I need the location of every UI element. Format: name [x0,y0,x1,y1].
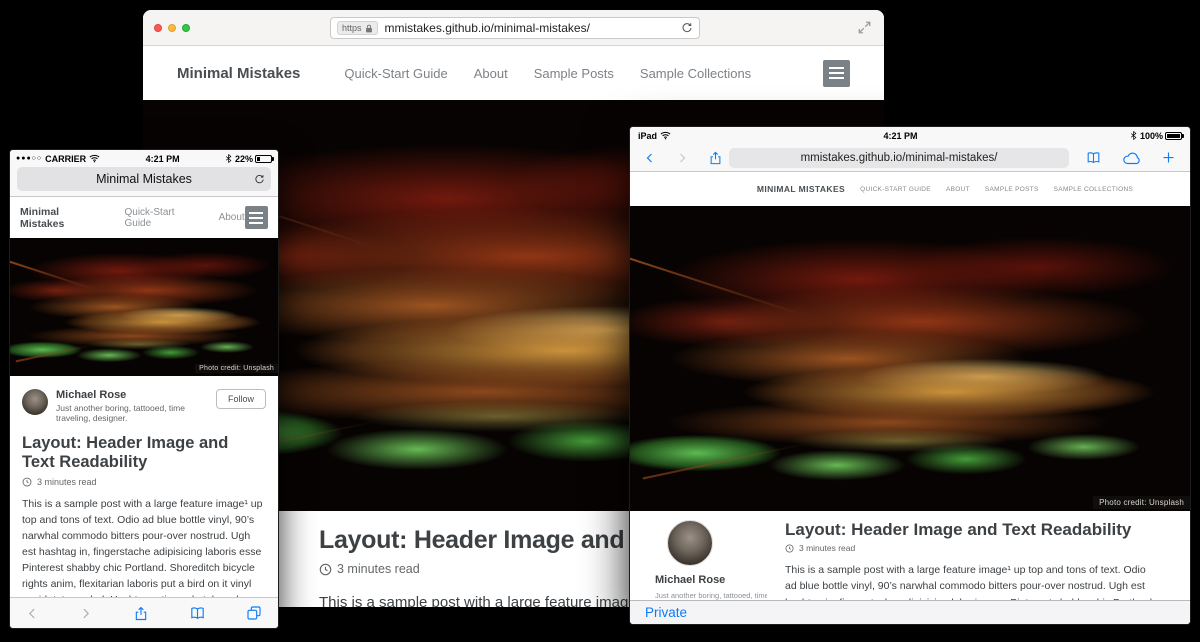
status-time: 4:21 PM [100,154,225,164]
nav-link-quickstart[interactable]: Quick-Start Guide [344,66,447,81]
iphone-url-label: Minimal Mistakes [96,172,192,186]
clock-icon [319,563,332,576]
photo-credit: Photo credit: Unsplash [195,364,278,373]
photo-credit: Photo credit: Unsplash [1093,496,1190,509]
status-time: 4:21 PM [671,131,1130,141]
author-bio: Just another boring, tattooed, time trav… [56,403,208,423]
menu-toggle-button[interactable] [823,60,850,87]
lock-icon [365,24,373,33]
nav-link-quickstart[interactable]: Quick-Start Guide [124,207,198,229]
iphone-status-bar: ●●●○○ CARRIER 4:21 PM 22% [10,150,278,167]
private-browsing-bar: Private [630,600,1190,624]
iphone-bottom-toolbar [10,597,278,628]
ipad-status-bar: iPad 4:21 PM 100% [630,127,1190,144]
article-body: This is a sample post with a large featu… [785,562,1160,600]
battery-percent: 22% [235,154,253,164]
nav-link-about[interactable]: About [219,212,245,223]
clock-icon [785,544,794,553]
article: Michael Rose Just another boring, tattoo… [630,511,1190,600]
back-icon[interactable] [26,606,39,621]
clock-icon [22,477,32,487]
nav-link-sample-collections[interactable]: Sample Collections [640,66,751,81]
fullscreen-icon[interactable] [857,20,872,35]
https-badge: https [337,21,378,35]
composite-stage: https mmistakes.github.io/minimal-mistak… [0,0,1200,642]
url-text: mmistakes.github.io/minimal-mistakes/ [385,21,590,35]
iphone-url-row: Minimal Mistakes [10,167,278,197]
device-label: iPad [638,131,657,141]
battery-icon [255,155,272,163]
follow-button[interactable]: Follow [216,389,266,409]
iphone-address-field[interactable]: Minimal Mistakes [17,167,271,191]
article-main: Layout: Header Image and Text Readabilit… [767,520,1160,600]
author-card: Michael Rose Just another boring, tattoo… [22,389,266,423]
bluetooth-icon [225,153,232,164]
window-controls [154,24,190,32]
author-name: Michael Rose [56,389,208,401]
ipad-address-field[interactable]: mmistakes.github.io/minimal-mistakes/ [729,148,1069,168]
battery-icon [1165,132,1182,140]
wifi-icon [660,131,671,140]
nav-link-about[interactable]: About [474,66,508,81]
nav-link-about[interactable]: About [946,186,970,193]
author-bio: Just another boring, tattooed, time trav… [655,591,767,600]
wifi-icon [89,154,100,163]
article-title: Layout: Header Image and Text Readabilit… [785,520,1160,540]
forward-icon[interactable] [79,606,92,621]
author-card: Michael Rose Just another boring, tattoo… [655,520,767,600]
bluetooth-icon [1130,130,1137,141]
avatar [667,520,713,566]
ipad-safari: iPad 4:21 PM 100% mmistakes.github.io/mi… [630,127,1190,624]
author-name: Michael Rose [655,574,767,586]
article: Michael Rose Just another boring, tattoo… [10,376,278,597]
nav-link-sample-collections[interactable]: Sample Collections [1054,186,1133,193]
bookmarks-icon[interactable] [1085,150,1102,165]
back-icon[interactable] [644,151,656,165]
reload-icon[interactable] [681,22,693,34]
battery-percent: 100% [1140,131,1163,141]
https-label: https [342,23,362,33]
address-bar[interactable]: https mmistakes.github.io/minimal-mistak… [330,17,700,39]
ipad-masthead: Minimal Mistakes Quick-Start Guide About… [630,172,1190,206]
read-time: 3 minutes read [785,543,1160,553]
new-tab-icon[interactable] [1161,150,1176,165]
site-title[interactable]: Minimal Mistakes [20,206,100,230]
menu-toggle-button[interactable] [245,206,268,229]
ipad-toolbar: mmistakes.github.io/minimal-mistakes/ [630,144,1190,172]
forward-icon[interactable] [676,151,688,165]
nav-link-quickstart[interactable]: Quick-Start Guide [860,186,931,193]
avatar [22,389,48,415]
share-icon[interactable] [708,150,723,166]
hero-image: Photo credit: Unsplash [630,206,1190,511]
tabs-icon[interactable] [246,605,262,621]
carrier-label: CARRIER [45,154,86,164]
read-time: 3 minutes read [22,477,266,487]
site-title[interactable]: Minimal Mistakes [177,65,300,82]
browser-chrome: https mmistakes.github.io/minimal-mistak… [143,10,884,46]
icloud-tabs-icon[interactable] [1122,151,1141,165]
nav-link-sample-posts[interactable]: Sample Posts [534,66,614,81]
article-title: Layout: Header Image and Text Readabilit… [22,434,252,473]
share-icon[interactable] [133,605,149,622]
maximize-button[interactable] [182,24,190,32]
iphone-masthead: Minimal Mistakes Quick-Start Guide About [10,197,278,238]
private-button[interactable]: Private [645,605,687,620]
site-title[interactable]: Minimal Mistakes [757,184,845,194]
close-button[interactable] [154,24,162,32]
article-body: This is a sample post with a large featu… [22,497,266,597]
reload-icon[interactable] [254,174,265,185]
iphone-safari: ●●●○○ CARRIER 4:21 PM 22% Minimal Mistak… [10,150,278,628]
nav-link-sample-posts[interactable]: Sample Posts [985,186,1039,193]
bookmarks-icon[interactable] [189,605,206,621]
site-masthead: Minimal Mistakes Quick-Start Guide About… [143,46,884,100]
hero-image: Photo credit: Unsplash [10,238,278,376]
signal-dots-icon: ●●●○○ [16,155,42,162]
minimize-button[interactable] [168,24,176,32]
